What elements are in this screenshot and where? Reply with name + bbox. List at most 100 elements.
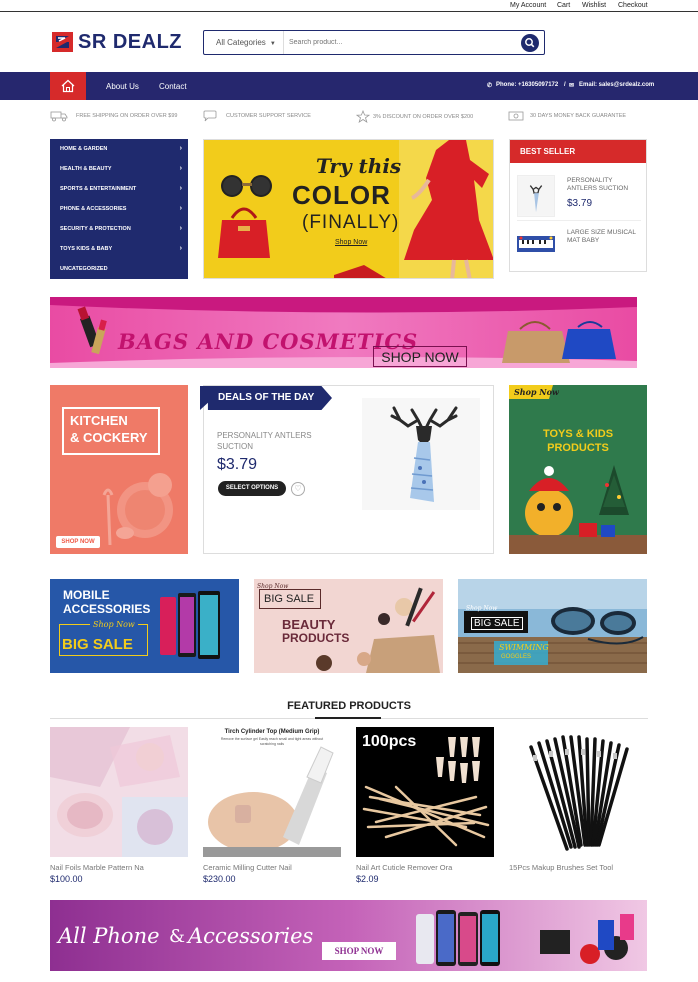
chevron-down-icon: ▼: [269, 41, 276, 47]
feature-label: FREE SHIPPING ON ORDER OVER $99: [76, 113, 178, 119]
makeup-brushes-image: [509, 727, 647, 857]
phone-shop-now-button[interactable]: SHOP NOW: [322, 942, 396, 960]
product-name[interactable]: 15Pcs Makup Brushes Set Tool: [509, 863, 647, 872]
wishlist-heart-icon[interactable]: ♡: [291, 482, 305, 496]
title-underline: [315, 717, 381, 719]
feature-label: CUSTOMER SUPPORT SERVICE: [226, 113, 311, 119]
category-label: PHONE & ACCESSORIES: [60, 206, 127, 212]
chevron-right-icon: ›: [179, 245, 182, 252]
category-item[interactable]: UNCATEGORIZED: [60, 266, 182, 272]
product-image[interactable]: [50, 727, 188, 857]
beauty-title-line1: BEAUTY: [282, 617, 336, 632]
my-account-link[interactable]: My Account: [510, 2, 546, 9]
swimming-title-line2: GOGGLES: [501, 654, 532, 660]
logo-text: SR DEALZ: [78, 30, 182, 53]
home-button[interactable]: [50, 72, 86, 100]
category-item[interactable]: TOYS KIDS & BABY ›: [60, 245, 182, 252]
milling-cutter-image: [203, 727, 341, 857]
top-links-bar: My Account Cart Wishlist Checkout: [0, 0, 698, 12]
chevron-right-icon: ›: [179, 145, 182, 152]
product-image[interactable]: Tirch Cylinder Top (Medium Grip) Remove …: [203, 727, 341, 857]
product-price: $100.00: [50, 874, 83, 884]
best-seller-price: $3.79: [567, 198, 593, 209]
divider: [517, 220, 641, 221]
deal-product-name[interactable]: PERSONALITY ANTLERS SUCTION: [217, 430, 337, 452]
nav-contact-link[interactable]: Contact: [159, 82, 187, 91]
mobile-accessories-tile[interactable]: MOBILE ACCESSORIES Shop Now BIG SALE: [50, 579, 239, 673]
swimming-shop-now-tag: Shop Now: [466, 605, 498, 612]
site-logo[interactable]: SR DEALZ: [52, 30, 182, 54]
truck-icon: [50, 111, 68, 122]
kitchen-shop-now-button[interactable]: SHOP NOW: [56, 536, 100, 548]
category-select[interactable]: All Categories ▼: [204, 31, 284, 54]
category-label: SPORTS & ENTERTAINMENT: [60, 186, 137, 192]
phone-accessories-banner[interactable]: All Phone & Accessories SHOP NOW: [50, 900, 647, 971]
hero-line3: (FINALLY): [302, 212, 400, 233]
antlers-deal-image[interactable]: [362, 398, 480, 510]
hero-line1: Try this: [316, 154, 402, 178]
mobile-big-sale: BIG SALE: [62, 636, 133, 653]
select-options-button[interactable]: SELECT OPTIONS: [218, 481, 286, 496]
feature-label: 3% DISCOUNT ON ORDER OVER $200: [373, 113, 474, 120]
checkout-link[interactable]: Checkout: [618, 2, 648, 9]
swimming-title-line1: SWIMMING: [499, 643, 549, 652]
nav-about-link[interactable]: About Us: [106, 82, 139, 91]
swimming-goggles-tile[interactable]: Shop Now BIG SALE SWIMMING GOGGLES: [458, 579, 647, 673]
phone-banner-title-part1: All Phone: [58, 924, 160, 948]
category-item[interactable]: PHONE & ACCESSORIES ›: [60, 205, 182, 212]
product-card[interactable]: Tirch Cylinder Top (Medium Grip) Remove …: [203, 727, 341, 884]
beauty-title-line2: PRODUCTS: [282, 631, 350, 645]
category-label: TOYS KIDS & BABY: [60, 246, 113, 252]
nail-foils-image: [50, 727, 188, 857]
bags-cosmetics-banner[interactable]: BAGS AND COSMETICS SHOP NOW: [50, 297, 637, 368]
product-name[interactable]: Ceramic Milling Cutter Nail: [203, 863, 341, 872]
category-item[interactable]: HOME & GARDEN ›: [60, 145, 182, 152]
hero-shop-now-link[interactable]: Shop Now: [335, 239, 367, 246]
swimming-big-sale: BIG SALE: [471, 617, 523, 630]
hero-banner[interactable]: Try this COLOR (FINALLY) Shop Now: [203, 139, 494, 279]
category-label: SECURITY & PROTECTION: [60, 226, 131, 232]
best-seller-panel: BEST SELLER PERSONALITY ANTLERS SUCTION …: [509, 139, 647, 272]
product-image[interactable]: [509, 727, 647, 857]
deal-ribbon: DEALS OF THE DAY: [200, 386, 332, 410]
product-name[interactable]: Nail Foils Marble Pattern Na: [50, 863, 188, 872]
feature-discount: 3% DISCOUNT ON ORDER OVER $200: [356, 110, 473, 123]
toys-shop-now-tag: Shop Now: [514, 387, 559, 397]
cart-link[interactable]: Cart: [557, 2, 570, 9]
phone-text: Phone: +16305097172: [496, 82, 559, 88]
bags-shop-now-button[interactable]: SHOP NOW: [373, 346, 467, 367]
chevron-right-icon: ›: [179, 225, 182, 232]
search-input[interactable]: [289, 34, 509, 51]
category-item[interactable]: SPORTS & ENTERTAINMENT ›: [60, 185, 182, 192]
star-icon: [356, 110, 370, 123]
kitchen-promo-tile[interactable]: KITCHEN & COCKERY SHOP NOW: [50, 385, 188, 554]
product-image-title: 100pcs: [362, 733, 417, 750]
deal-product-price: $3.79: [217, 456, 258, 473]
search-button[interactable]: [521, 34, 539, 52]
product-card[interactable]: 15Pcs Makup Brushes Set Tool: [509, 727, 647, 872]
category-label: UNCATEGORIZED: [60, 266, 108, 272]
email-text: Email: sales@srdealz.com: [579, 82, 655, 88]
category-item[interactable]: HEALTH & BEAUTY ›: [60, 165, 182, 172]
product-card[interactable]: 100pcs Nail Art Cuticle Remover Ora $2.0…: [356, 727, 494, 884]
wishlist-link[interactable]: Wishlist: [582, 2, 606, 9]
best-seller-title: BEST SELLER: [510, 140, 646, 163]
best-seller-name: PERSONALITY ANTLERS SUCTION: [567, 177, 629, 192]
product-card[interactable]: Nail Foils Marble Pattern Na $100.00: [50, 727, 188, 884]
phone-banner-title-amp: &: [169, 926, 186, 947]
toys-kids-promo-tile[interactable]: Shop Now TOYS & KIDS PRODUCTS: [509, 385, 647, 554]
category-select-label: All Categories: [216, 38, 266, 47]
mobile-title-line2: ACCESSORIES: [63, 602, 151, 616]
category-item[interactable]: SECURITY & PROTECTION ›: [60, 225, 182, 232]
best-seller-name: LARGE SIZE MUSICAL MAT BABY: [567, 229, 636, 244]
beauty-products-tile[interactable]: Shop Now BIG SALE BEAUTY PRODUCTS: [254, 579, 443, 673]
featured-products-title: FEATURED PRODUCTS: [287, 700, 411, 712]
deal-of-the-day-panel: DEALS OF THE DAY PERSONALITY ANTLERS SUC…: [200, 385, 494, 554]
money-icon: [508, 111, 524, 121]
hero-line2: COLOR: [292, 180, 391, 210]
chevron-right-icon: ›: [179, 205, 182, 212]
product-image[interactable]: 100pcs: [356, 727, 494, 857]
search-bar: All Categories ▼: [203, 30, 545, 55]
phone-icon: ✆: [487, 83, 493, 89]
product-name[interactable]: Nail Art Cuticle Remover Ora: [356, 863, 494, 872]
